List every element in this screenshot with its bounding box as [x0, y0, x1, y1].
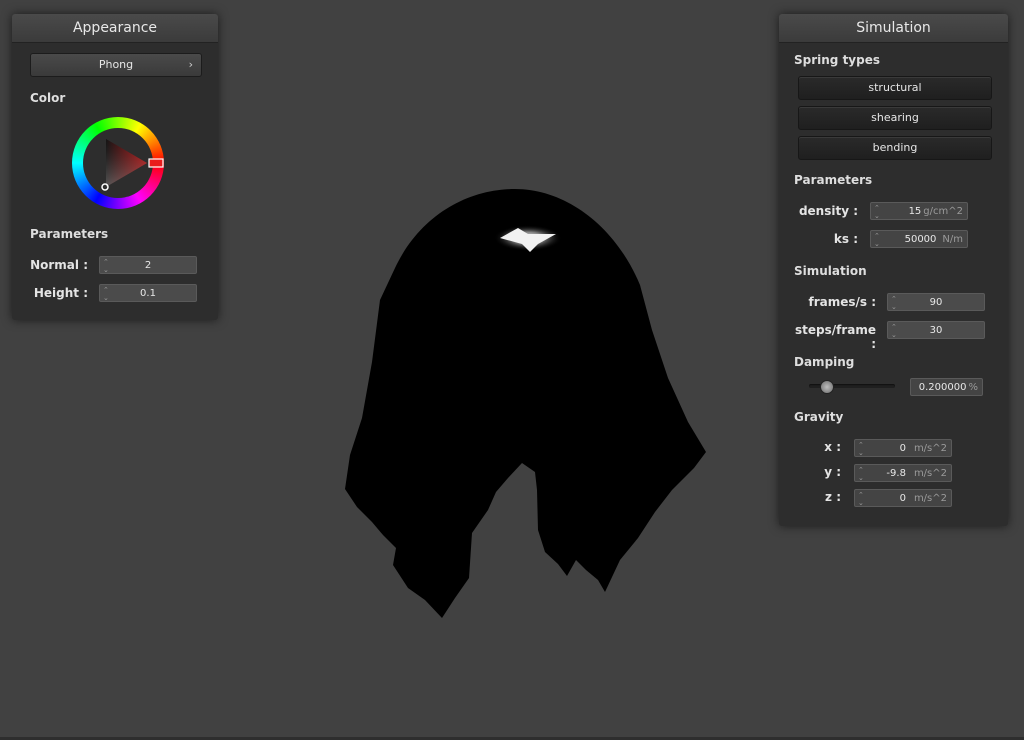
shader-dropdown[interactable]: Phong ›	[30, 53, 202, 77]
cloth-mesh	[345, 189, 706, 618]
spinner-icon[interactable]: ⌃ ⌄	[874, 203, 880, 220]
color-triangle-handle[interactable]	[101, 183, 109, 191]
damping-input[interactable]: 0.200000%	[910, 378, 983, 396]
fps-label: frames/s :	[808, 295, 876, 309]
damping-slider-knob[interactable]	[820, 380, 835, 394]
spinner-icon[interactable]: ⌃ ⌄	[874, 231, 880, 248]
ks-label: ks :	[833, 232, 858, 246]
gravity-z-label: z :	[825, 490, 841, 504]
gravity-x-input[interactable]: ⌃ ⌄ 0 m/s^2	[854, 439, 952, 457]
spinner-icon[interactable]: ⌃ ⌄	[858, 440, 864, 457]
chevron-right-icon: ›	[188, 58, 193, 71]
color-wheel[interactable]	[72, 117, 168, 213]
damping-slider[interactable]	[809, 380, 895, 394]
appearance-parameters-label: Parameters	[30, 227, 109, 241]
spinner-icon[interactable]: ⌃ ⌄	[858, 465, 864, 482]
gravity-x-label: x :	[824, 440, 841, 454]
color-triangle[interactable]	[72, 117, 168, 213]
gravity-y-input[interactable]: ⌃ ⌄ -9.8 m/s^2	[854, 464, 952, 482]
hue-handle[interactable]	[148, 158, 164, 168]
damping-label: Damping	[794, 355, 855, 369]
sim-parameters-label: Parameters	[794, 173, 873, 187]
shader-dropdown-label: Phong	[98, 58, 134, 71]
simulation-section-label: Simulation	[794, 264, 867, 278]
bending-toggle[interactable]: bending	[798, 136, 992, 160]
gravity-y-label: y :	[824, 465, 841, 479]
spinner-icon[interactable]: ⌃ ⌄	[858, 490, 864, 507]
density-input[interactable]: ⌃ ⌄ 15 g/cm^2	[870, 202, 968, 220]
fps-input[interactable]: ⌃ ⌄ 90	[887, 293, 985, 311]
steps-label: steps/frame :	[794, 323, 876, 351]
density-label: density :	[798, 204, 858, 218]
gravity-label: Gravity	[794, 410, 844, 424]
normal-input[interactable]: ⌃ ⌄ 2	[99, 256, 197, 274]
appearance-panel-title[interactable]: Appearance	[12, 14, 218, 43]
structural-toggle[interactable]: structural	[798, 76, 992, 100]
height-input[interactable]: ⌃ ⌄ 0.1	[99, 284, 197, 302]
appearance-panel: Appearance Phong › Color Parameters Norm…	[12, 14, 218, 320]
simulation-panel-title[interactable]: Simulation	[779, 14, 1008, 43]
normal-label: Normal :	[30, 258, 88, 272]
steps-input[interactable]: ⌃ ⌄ 30	[887, 321, 985, 339]
simulation-panel: Simulation Spring types structural shear…	[779, 14, 1008, 526]
gravity-z-input[interactable]: ⌃ ⌄ 0 m/s^2	[854, 489, 952, 507]
height-label: Height :	[33, 286, 88, 300]
spring-types-label: Spring types	[794, 53, 881, 67]
shearing-toggle[interactable]: shearing	[798, 106, 992, 130]
color-section-label: Color	[30, 91, 66, 105]
ks-input[interactable]: ⌃ ⌄ 50000 N/m	[870, 230, 968, 248]
